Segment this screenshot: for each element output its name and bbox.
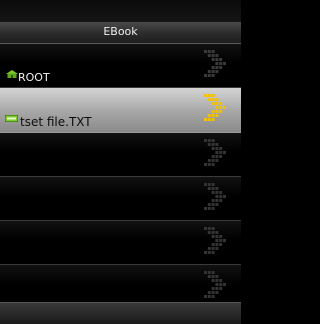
list-item-file[interactable]: tset file.TXT (0, 88, 241, 133)
page-title: EBook (103, 25, 138, 38)
list-item-empty (0, 221, 241, 265)
list-item-empty (0, 177, 241, 221)
file-list: ROOT tset file.TXT (0, 44, 241, 309)
home-icon (6, 63, 18, 82)
list-item-label: tset file.TXT (20, 115, 92, 129)
chevron-right-icon (203, 182, 227, 216)
chevron-right-icon (203, 226, 227, 260)
list-item-label: ROOT (18, 71, 50, 84)
list-item-empty (0, 133, 241, 177)
chevron-right-icon (203, 93, 227, 127)
top-status-strip (0, 0, 241, 22)
chevron-right-icon (203, 270, 227, 304)
title-bar: EBook (0, 22, 241, 44)
list-item-root[interactable]: ROOT (0, 44, 241, 88)
bottom-bar (0, 302, 241, 324)
chevron-right-icon (203, 49, 227, 83)
chevron-right-icon (203, 138, 227, 172)
text-file-icon (4, 107, 19, 126)
